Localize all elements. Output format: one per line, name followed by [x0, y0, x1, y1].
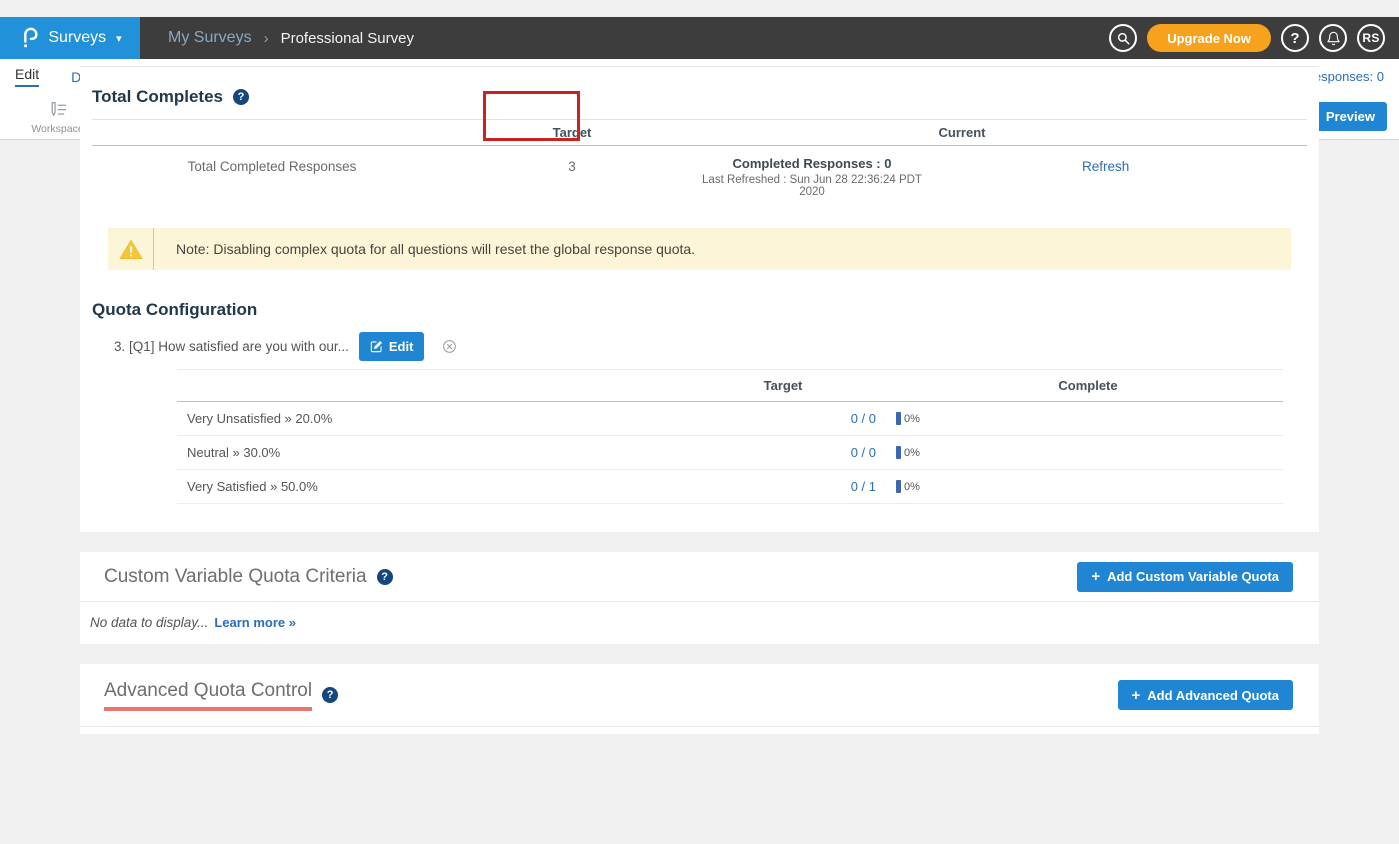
search-icon: [1116, 31, 1131, 46]
quota-note-text: Note: Disabling complex quota for all qu…: [154, 228, 695, 270]
no-data-message: No data to display...: [90, 615, 208, 630]
quota-complete-column-header: Complete: [893, 378, 1283, 393]
quota-row-neutral: Neutral » 30.0% 0 / 0 0%: [177, 436, 1283, 470]
quota-note-banner: Note: Disabling complex quota for all qu…: [108, 228, 1291, 270]
product-menu[interactable]: Surveys ▾: [0, 17, 140, 59]
advanced-quota-header: Advanced Quota Control ? + Add Advanced …: [80, 664, 1319, 727]
plus-icon: +: [1091, 568, 1100, 585]
weighted-quota-card: Weighted Quota Criteria ? + Add Weighted…: [80, 17, 1319, 532]
progress-bar: [896, 412, 901, 425]
user-avatar[interactable]: RS: [1357, 24, 1385, 52]
custom-variable-quota-card: Custom Variable Quota Criteria ? + Add C…: [80, 552, 1319, 644]
quota-target-link[interactable]: 0 / 0: [851, 411, 876, 426]
quota-table: Target Complete Very Unsatisfied » 20.0%…: [177, 369, 1283, 504]
learn-more-link[interactable]: Learn more »: [214, 615, 296, 630]
target-column-header: Target: [452, 125, 692, 140]
total-completes-help-icon[interactable]: ?: [233, 89, 249, 105]
breadcrumb-current-survey: Professional Survey: [281, 30, 414, 47]
upgrade-now-button[interactable]: Upgrade Now: [1147, 24, 1271, 52]
workspace-icon: [47, 100, 68, 121]
custom-variable-quota-header: Custom Variable Quota Criteria ? + Add C…: [80, 552, 1319, 602]
advanced-quota-help-icon[interactable]: ?: [322, 687, 338, 703]
top-bar: Surveys ▾ My Surveys › Professional Surv…: [0, 17, 1399, 59]
total-completes-section: Total Completes ? Target Current Total C…: [80, 87, 1319, 270]
current-column-header: Current: [692, 125, 1232, 140]
advanced-quota-card: Advanced Quota Control ? + Add Advanced …: [80, 664, 1319, 734]
quota-target-column-header: Target: [673, 378, 893, 393]
quota-row-very-satisfied: Very Satisfied » 50.0% 0 / 1 0%: [177, 470, 1283, 504]
avatar-initials: RS: [1362, 31, 1379, 45]
progress-bar: [896, 480, 901, 493]
total-completes-row: Total Completed Responses 3 Completed Re…: [92, 146, 1307, 212]
advanced-quota-title: Advanced Quota Control: [104, 680, 312, 711]
progress-bar: [896, 446, 901, 459]
refresh-link[interactable]: Refresh: [1082, 159, 1129, 174]
quota-question-label: 3. [Q1] How satisfied are you with our..…: [114, 339, 349, 354]
breadcrumb-separator: ›: [264, 30, 269, 47]
help-button[interactable]: ?: [1281, 24, 1309, 52]
warning-icon: [119, 239, 143, 260]
quota-configuration-section: Quota Configuration 3. [Q1] How satisfie…: [80, 300, 1319, 504]
quota-table-header: Target Complete: [177, 369, 1283, 402]
completed-responses-value: Completed Responses : 0: [692, 156, 932, 171]
total-completes-table-header: Target Current: [92, 119, 1307, 146]
quota-target-link[interactable]: 0 / 1: [851, 479, 876, 494]
add-advanced-quota-button[interactable]: + Add Advanced Quota: [1118, 680, 1293, 710]
breadcrumb-my-surveys[interactable]: My Surveys: [168, 29, 252, 47]
custom-variable-empty-state: No data to display... Learn more »: [80, 602, 1319, 644]
bell-icon: [1326, 31, 1341, 46]
topbar-actions: Upgrade Now ? RS: [1109, 24, 1385, 52]
target-value: 3: [452, 156, 692, 174]
quota-target-link[interactable]: 0 / 0: [851, 445, 876, 460]
notifications-button[interactable]: [1319, 24, 1347, 52]
quota-row-very-unsatisfied: Very Unsatisfied » 20.0% 0 / 0 0%: [177, 402, 1283, 436]
search-button[interactable]: [1109, 24, 1137, 52]
add-custom-variable-quota-button[interactable]: + Add Custom Variable Quota: [1077, 562, 1293, 592]
questionpro-logo-icon: [18, 27, 40, 49]
custom-variable-quota-title: Custom Variable Quota Criteria: [104, 566, 367, 588]
quota-question-row: 3. [Q1] How satisfied are you with our..…: [114, 332, 1307, 361]
edit-pencil-icon: [370, 340, 383, 353]
total-completed-responses-label: Total Completed Responses: [92, 156, 452, 174]
edit-quota-button[interactable]: Edit: [359, 332, 425, 361]
custom-variable-quota-help-icon[interactable]: ?: [377, 569, 393, 585]
help-icon: ?: [1290, 30, 1299, 47]
quota-configuration-heading: Quota Configuration: [92, 300, 257, 320]
total-completes-heading: Total Completes: [92, 87, 223, 107]
remove-quota-icon[interactable]: [442, 339, 457, 354]
last-refreshed-timestamp: Last Refreshed : Sun Jun 28 22:36:24 PDT…: [692, 174, 932, 198]
plus-icon: +: [1132, 687, 1141, 704]
breadcrumb: My Surveys › Professional Survey: [168, 29, 414, 47]
product-menu-label: Surveys: [48, 29, 106, 47]
tab-edit[interactable]: Edit: [15, 59, 39, 94]
caret-down-icon: ▾: [116, 32, 122, 45]
